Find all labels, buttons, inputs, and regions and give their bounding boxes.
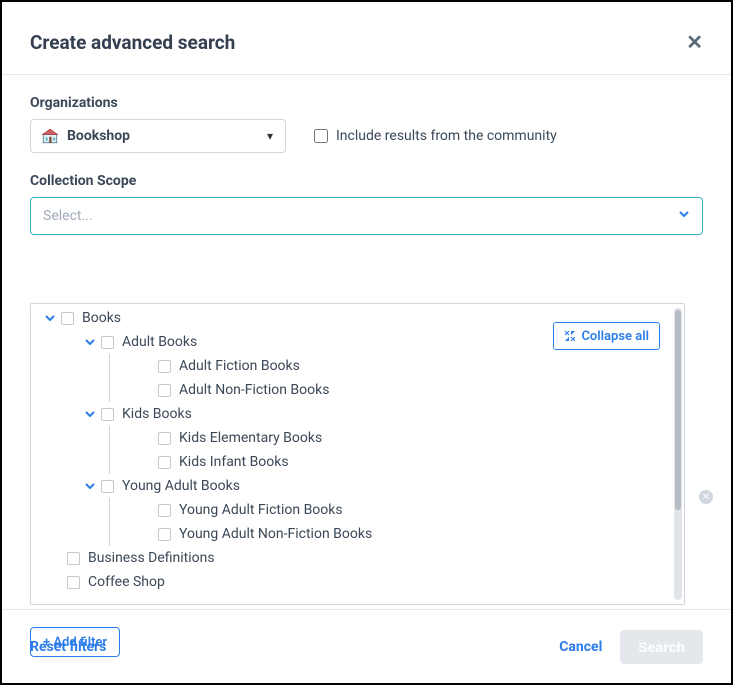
collection-scope-select[interactable]: Select... bbox=[30, 197, 703, 235]
tree-label: Kids Elementary Books bbox=[179, 430, 322, 446]
tree-label: Books bbox=[82, 310, 121, 326]
dropdown-scroll[interactable]: Collapse all Books Adult Books bbox=[31, 304, 684, 604]
tree-guide bbox=[109, 522, 110, 546]
collection-scope-placeholder: Select... bbox=[43, 208, 93, 224]
tree-label: Kids Books bbox=[122, 406, 192, 422]
collapse-icon bbox=[564, 330, 576, 342]
tree-label: Adult Non-Fiction Books bbox=[179, 382, 329, 398]
expand-toggle[interactable] bbox=[83, 481, 97, 491]
tree-node-coffee-shop[interactable]: Coffee Shop bbox=[39, 570, 676, 594]
tree-guide bbox=[109, 354, 110, 378]
tree-guide bbox=[109, 378, 110, 402]
search-button[interactable]: Search bbox=[620, 630, 703, 664]
tree-node-kids-books[interactable]: Kids Books bbox=[39, 402, 676, 426]
tree-label: Young Adult Fiction Books bbox=[179, 502, 343, 518]
include-community-label: Include results from the community bbox=[336, 128, 557, 144]
reset-filters-link[interactable]: Reset filters bbox=[30, 639, 106, 655]
tree-label: Kids Infant Books bbox=[179, 454, 289, 470]
tree-checkbox[interactable] bbox=[158, 432, 171, 445]
tree-checkbox[interactable] bbox=[67, 576, 80, 589]
expand-toggle[interactable] bbox=[83, 409, 97, 419]
tree-checkbox[interactable] bbox=[158, 360, 171, 373]
tree-label: Young Adult Books bbox=[122, 478, 240, 494]
organizations-row: Bookshop ▾ Include results from the comm… bbox=[30, 119, 703, 153]
tree-checkbox[interactable] bbox=[158, 456, 171, 469]
tree-node-kids-infant[interactable]: Kids Infant Books bbox=[39, 450, 676, 474]
tree-label: Young Adult Non-Fiction Books bbox=[179, 526, 372, 542]
tree-checkbox[interactable] bbox=[158, 528, 171, 541]
create-advanced-search-modal: Create advanced search ✕ Organizations B… bbox=[2, 2, 731, 683]
tree-label: Adult Books bbox=[122, 334, 197, 350]
tree-guide bbox=[109, 450, 110, 474]
tree-node-adult-nonfiction[interactable]: Adult Non-Fiction Books bbox=[39, 378, 676, 402]
tree-label: Adult Fiction Books bbox=[179, 358, 300, 374]
modal-body: Organizations Bookshop ▾ Include results… bbox=[2, 75, 731, 683]
close-icon[interactable]: ✕ bbox=[686, 30, 703, 54]
include-community-checkbox[interactable] bbox=[314, 129, 328, 143]
clear-icon[interactable]: ✕ bbox=[699, 490, 713, 504]
tree-guide bbox=[109, 498, 110, 522]
modal-footer: Reset filters Cancel Search bbox=[2, 609, 731, 683]
organization-select[interactable]: Bookshop ▾ bbox=[30, 119, 286, 153]
tree-node-ya-nonfiction[interactable]: Young Adult Non-Fiction Books bbox=[39, 522, 676, 546]
expand-toggle[interactable] bbox=[43, 313, 57, 323]
bookshop-icon bbox=[41, 127, 59, 145]
footer-actions: Cancel Search bbox=[559, 630, 703, 664]
dropdown-scrollbar-thumb[interactable] bbox=[675, 310, 681, 510]
tree-node-business-definitions[interactable]: Business Definitions bbox=[39, 546, 676, 570]
tree-checkbox[interactable] bbox=[101, 408, 114, 421]
expand-toggle[interactable] bbox=[83, 337, 97, 347]
collection-scope-dropdown: Collapse all Books Adult Books bbox=[30, 303, 685, 605]
modal-title: Create advanced search bbox=[30, 31, 235, 54]
organization-selected: Bookshop bbox=[67, 128, 259, 144]
collapse-all-label: Collapse all bbox=[581, 329, 649, 344]
tree-checkbox[interactable] bbox=[101, 336, 114, 349]
tree-guide bbox=[109, 426, 110, 450]
tree-label: Coffee Shop bbox=[88, 574, 165, 590]
tree-node-kids-elementary[interactable]: Kids Elementary Books bbox=[39, 426, 676, 450]
tree-checkbox[interactable] bbox=[61, 312, 74, 325]
modal-header: Create advanced search ✕ bbox=[2, 2, 731, 75]
collapse-all-button[interactable]: Collapse all bbox=[553, 322, 660, 350]
tree-node-adult-fiction[interactable]: Adult Fiction Books bbox=[39, 354, 676, 378]
tree-node-young-adult-books[interactable]: Young Adult Books bbox=[39, 474, 676, 498]
tree-checkbox[interactable] bbox=[158, 384, 171, 397]
organizations-label: Organizations bbox=[30, 95, 703, 111]
dropdown-scrollbar-track[interactable] bbox=[674, 308, 682, 600]
chevron-down-icon bbox=[678, 208, 690, 224]
collection-scope-label: Collection Scope bbox=[30, 173, 703, 189]
tree-checkbox[interactable] bbox=[158, 504, 171, 517]
tree-label: Business Definitions bbox=[88, 550, 215, 566]
tree-checkbox[interactable] bbox=[101, 480, 114, 493]
cancel-button[interactable]: Cancel bbox=[559, 639, 602, 655]
tree-node-ya-fiction[interactable]: Young Adult Fiction Books bbox=[39, 498, 676, 522]
tree-checkbox[interactable] bbox=[67, 552, 80, 565]
caret-down-icon: ▾ bbox=[267, 129, 273, 143]
include-community-toggle[interactable]: Include results from the community bbox=[314, 128, 557, 144]
